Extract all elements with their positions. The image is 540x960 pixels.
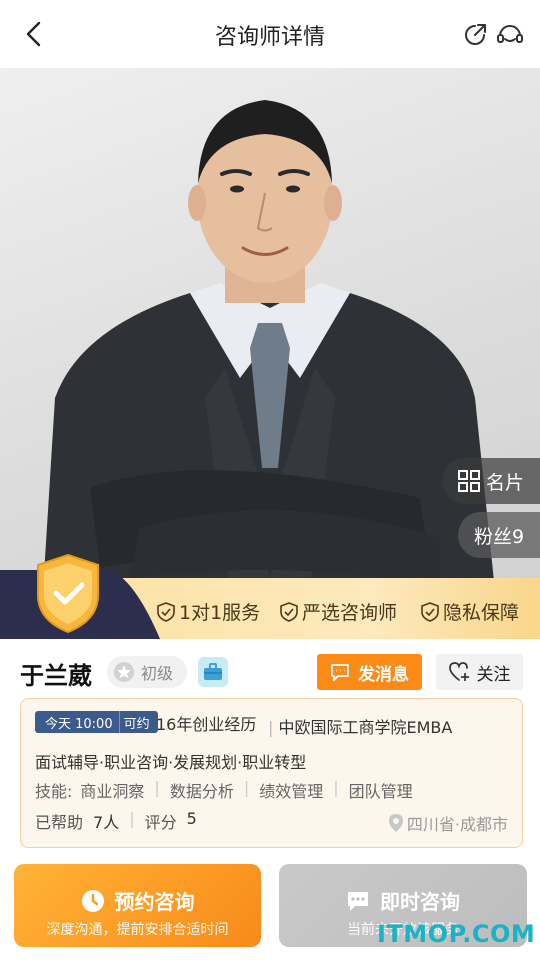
- business-card-button[interactable]: 名片: [442, 458, 540, 504]
- shield-check-icon: [421, 601, 439, 622]
- customer-service-button[interactable]: [496, 22, 524, 48]
- grid-icon: [458, 470, 480, 492]
- helped-label: 已帮助: [35, 813, 84, 832]
- location: 四川省·成都市: [388, 811, 508, 835]
- clock-icon: [81, 889, 104, 912]
- instant-title-row: 即时咨询: [279, 886, 527, 915]
- guarantee-one-on-one: 1对1服务: [157, 598, 260, 625]
- level-label: 初级: [141, 664, 174, 683]
- availability-status: 可约: [118, 711, 158, 733]
- consultant-photo: 名片 粉丝9 1对1服务 严选咨询师 隐私保障: [0, 68, 540, 639]
- send-message-label: 发消息: [358, 664, 409, 685]
- rating-value: 5: [186, 809, 197, 828]
- education-text: | 中欧国际工商学院EMBA: [268, 714, 452, 738]
- guarantee-selected-consultant: 严选咨询师: [280, 598, 397, 625]
- book-subtitle: 深度沟通，提前安排合适时间: [46, 922, 229, 938]
- skills-row: 技能: 商业洞察 | 数据分析 | 绩效管理 | 团队管理: [35, 778, 413, 802]
- top-bar: 咨询师详情: [0, 0, 540, 68]
- divider: |: [268, 718, 274, 737]
- location-pin-icon: [388, 814, 403, 832]
- experience-text: 16年创业经历: [156, 715, 257, 734]
- business-card-label: 名片: [486, 471, 525, 494]
- helped-value: 7人: [93, 813, 120, 832]
- divider: |: [129, 809, 135, 828]
- instant-title: 即时咨询: [380, 890, 460, 914]
- level-badge: 初级: [107, 656, 187, 688]
- consultant-name: 于兰葳: [20, 662, 92, 690]
- skills-label: 技能:: [35, 782, 73, 801]
- skill-item: 数据分析: [169, 782, 234, 801]
- share-button[interactable]: [462, 22, 488, 48]
- briefcase-badge: [198, 657, 228, 687]
- shield-check-icon: [280, 601, 298, 622]
- shield-badge-icon: [0, 553, 160, 639]
- watermark: ITMOP.COM: [377, 920, 536, 948]
- guarantee-privacy: 隐私保障: [421, 598, 519, 625]
- book-title: 预约咨询: [114, 890, 195, 914]
- location-label: 四川省·成都市: [406, 815, 508, 834]
- availability-tag: 今天 10:00 可约: [35, 711, 158, 733]
- stats-row: 已帮助 7人 | 评分 5: [35, 809, 197, 833]
- service-areas: 面试辅导·职业咨询·发展规划·职业转型: [35, 753, 307, 772]
- briefcase-icon: [204, 663, 222, 680]
- follow-button[interactable]: 关注: [436, 654, 523, 690]
- consultant-info-card: 今天 10:00 可约 16年创业经历 | 中欧国际工商学院EMBA 面试辅导·…: [20, 698, 523, 848]
- guarantee-label: 严选咨询师: [302, 602, 398, 624]
- chat-icon: [331, 664, 349, 681]
- skill-item: 团队管理: [348, 782, 413, 801]
- education-label: 中欧国际工商学院EMBA: [278, 718, 453, 737]
- shield-check-icon: [157, 601, 175, 622]
- divider: |: [154, 778, 160, 797]
- book-title-row: 预约咨询: [14, 886, 261, 915]
- divider: |: [243, 778, 250, 797]
- divider: |: [333, 778, 339, 797]
- fans-button[interactable]: 粉丝9: [458, 512, 540, 558]
- book-consultation-button[interactable]: 预约咨询 深度沟通，提前安排合适时间: [14, 864, 261, 947]
- availability-time: 今天 10:00: [35, 711, 119, 733]
- heart-plus-icon: [448, 662, 469, 681]
- follow-label: 关注: [476, 664, 511, 685]
- skill-item: 商业洞察: [80, 782, 145, 801]
- fans-count: 粉丝9: [474, 525, 525, 548]
- guarantee-bar: 1对1服务 严选咨询师 隐私保障: [0, 553, 540, 639]
- guarantee-label: 隐私保障: [443, 602, 520, 624]
- star-icon: [114, 662, 134, 682]
- headset-icon: [497, 25, 523, 43]
- send-message-button[interactable]: 发消息: [317, 654, 422, 690]
- share-icon: [465, 24, 486, 45]
- page-title: 咨询师详情: [214, 25, 325, 50]
- skill-item: 绩效管理: [259, 782, 324, 801]
- chat-bubble-icon: [348, 891, 368, 911]
- guarantee-label: 1对1服务: [179, 602, 261, 624]
- rating-label: 评分: [144, 813, 177, 832]
